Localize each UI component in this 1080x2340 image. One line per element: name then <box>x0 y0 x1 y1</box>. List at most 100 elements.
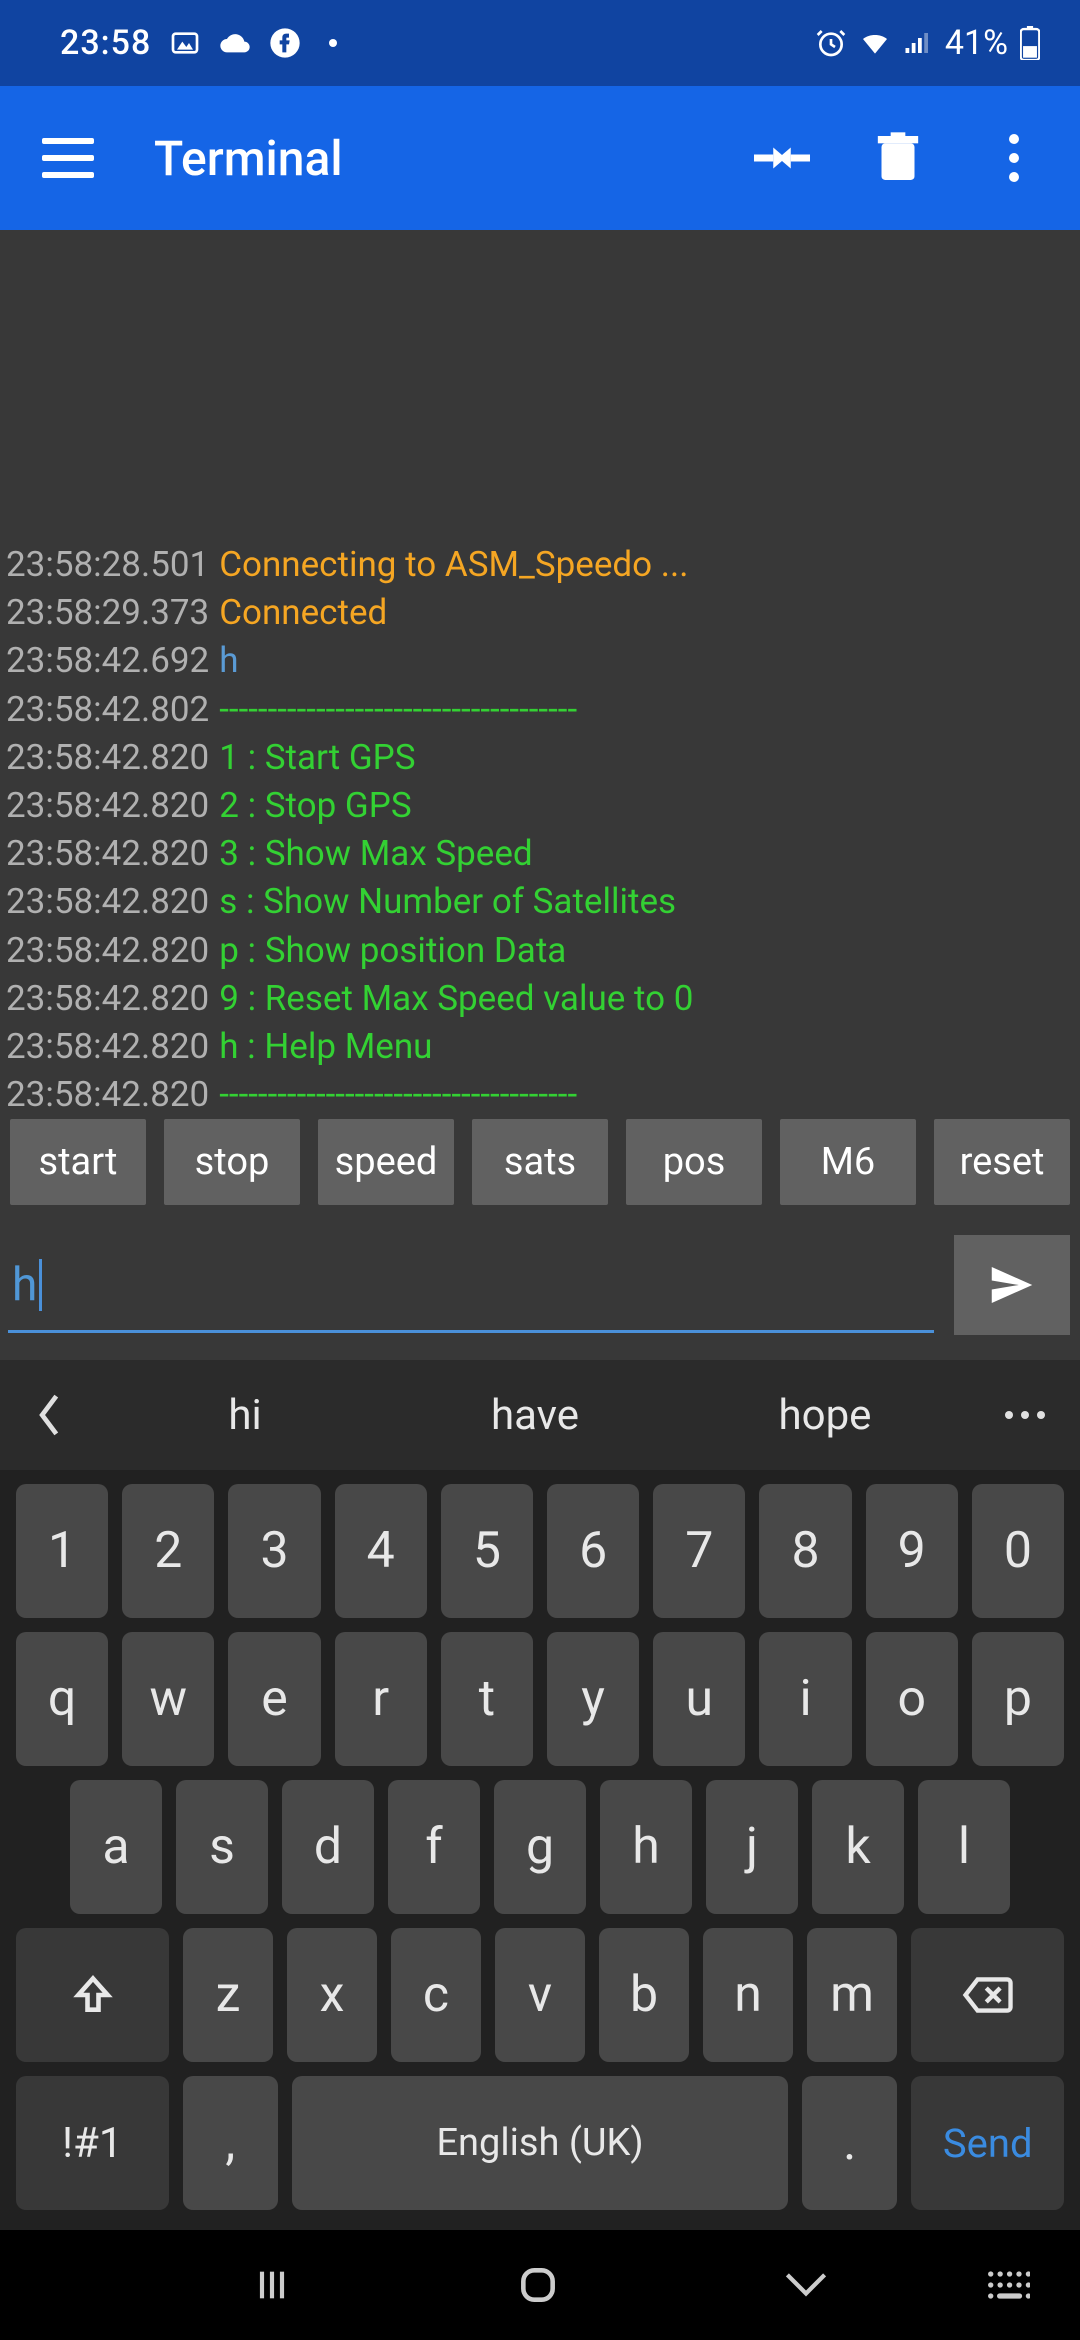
log-message: Connecting to ASM_Speedo ... <box>219 541 688 589</box>
input-value: h <box>12 1258 37 1312</box>
key-g[interactable]: g <box>494 1780 586 1914</box>
status-right: 41% <box>815 23 1040 63</box>
log-timestamp: 23:58:42.820 <box>6 782 209 830</box>
key-n[interactable]: n <box>703 1928 793 2062</box>
terminal-line: 23:58:42.692h <box>6 637 1074 685</box>
period-key[interactable]: . <box>802 2076 897 2210</box>
macro-button-sats[interactable]: sats <box>472 1119 608 1205</box>
key-e[interactable]: e <box>228 1632 320 1766</box>
key-b[interactable]: b <box>599 1928 689 2062</box>
key-r[interactable]: r <box>335 1632 427 1766</box>
suggestion-back-icon[interactable] <box>0 1393 100 1437</box>
key-5[interactable]: 5 <box>441 1484 533 1618</box>
nav-recents-icon[interactable] <box>252 2265 292 2305</box>
log-timestamp: 23:58:29.373 <box>6 589 209 637</box>
key-s[interactable]: s <box>176 1780 268 1914</box>
log-message: h <box>219 637 238 685</box>
facebook-icon <box>269 27 301 59</box>
log-timestamp: 23:58:42.820 <box>6 975 209 1023</box>
key-z[interactable]: z <box>183 1928 273 2062</box>
macro-button-pos[interactable]: pos <box>626 1119 762 1205</box>
overflow-icon[interactable] <box>986 130 1042 186</box>
log-timestamp: 23:58:42.820 <box>6 830 209 878</box>
key-t[interactable]: t <box>441 1632 533 1766</box>
macro-button-reset[interactable]: reset <box>934 1119 1070 1205</box>
key-6[interactable]: 6 <box>547 1484 639 1618</box>
key-0[interactable]: 0 <box>972 1484 1064 1618</box>
key-l[interactable]: l <box>918 1780 1010 1914</box>
key-f[interactable]: f <box>388 1780 480 1914</box>
key-y[interactable]: y <box>547 1632 639 1766</box>
key-q[interactable]: q <box>16 1632 108 1766</box>
log-message: h : Help Menu <box>219 1023 432 1071</box>
log-timestamp: 23:58:42.802 <box>6 686 209 734</box>
log-timestamp: 23:58:42.820 <box>6 734 209 782</box>
macro-button-speed[interactable]: speed <box>318 1119 454 1205</box>
terminal-output[interactable]: 23:58:28.501Connecting to ASM_Speedo ...… <box>6 541 1074 1119</box>
space-key[interactable]: English (UK) <box>292 2076 788 2210</box>
status-time: 23:58 <box>60 23 151 63</box>
log-message: ------------------------------------- <box>219 686 577 734</box>
macro-button-start[interactable]: start <box>10 1119 146 1205</box>
terminal-line: 23:58:42.802----------------------------… <box>6 686 1074 734</box>
key-w[interactable]: w <box>122 1632 214 1766</box>
log-message: p : Show position Data <box>219 927 566 975</box>
terminal-line: 23:58:42.820p : Show position Data <box>6 927 1074 975</box>
macro-button-m6[interactable]: M6 <box>780 1119 916 1205</box>
macro-button-stop[interactable]: stop <box>164 1119 300 1205</box>
terminal-line: 23:58:42.820s : Show Number of Satellite… <box>6 878 1074 926</box>
key-x[interactable]: x <box>287 1928 377 2062</box>
key-d[interactable]: d <box>282 1780 374 1914</box>
send-button[interactable] <box>954 1235 1070 1335</box>
suggestion-1[interactable]: hi <box>100 1391 390 1440</box>
log-timestamp: 23:58:42.820 <box>6 1071 209 1119</box>
battery-text: 41% <box>945 23 1008 63</box>
key-o[interactable]: o <box>866 1632 958 1766</box>
status-bar: 23:58 41% <box>0 0 1080 86</box>
key-c[interactable]: c <box>391 1928 481 2062</box>
shift-key[interactable] <box>16 1928 169 2062</box>
app-bar: Terminal <box>0 86 1080 230</box>
key-j[interactable]: j <box>706 1780 798 1914</box>
key-a[interactable]: a <box>70 1780 162 1914</box>
comma-key[interactable]: , <box>183 2076 278 2210</box>
key-3[interactable]: 3 <box>228 1484 320 1618</box>
suggestion-3[interactable]: hope <box>680 1391 970 1440</box>
key-2[interactable]: 2 <box>122 1484 214 1618</box>
command-input[interactable]: h <box>8 1238 934 1333</box>
key-8[interactable]: 8 <box>759 1484 851 1618</box>
suggestion-2[interactable]: have <box>390 1391 680 1440</box>
app-title: Terminal <box>154 130 754 187</box>
keyboard-send-key[interactable]: Send <box>911 2076 1064 2210</box>
nav-keyboard-icon[interactable] <box>986 2269 1030 2301</box>
key-v[interactable]: v <box>495 1928 585 2062</box>
menu-icon[interactable] <box>42 138 94 178</box>
key-9[interactable]: 9 <box>866 1484 958 1618</box>
terminal-line: 23:58:28.501Connecting to ASM_Speedo ... <box>6 541 1074 589</box>
log-timestamp: 23:58:42.820 <box>6 927 209 975</box>
terminal-line: 23:58:42.820h : Help Menu <box>6 1023 1074 1071</box>
wifi-icon <box>859 27 891 59</box>
key-7[interactable]: 7 <box>653 1484 745 1618</box>
key-1[interactable]: 1 <box>16 1484 108 1618</box>
backspace-key[interactable] <box>911 1928 1064 2062</box>
connect-icon[interactable] <box>754 130 810 186</box>
key-p[interactable]: p <box>972 1632 1064 1766</box>
app-actions <box>754 130 1052 186</box>
nav-back-icon[interactable] <box>784 2270 828 2300</box>
key-i[interactable]: i <box>759 1632 851 1766</box>
symbols-key[interactable]: !#1 <box>16 2076 169 2210</box>
suggestion-bar: hi have hope <box>0 1360 1080 1470</box>
key-u[interactable]: u <box>653 1632 745 1766</box>
nav-home-icon[interactable] <box>516 2263 560 2307</box>
suggestion-more-icon[interactable] <box>970 1411 1080 1419</box>
log-message: 2 : Stop GPS <box>219 782 411 830</box>
key-4[interactable]: 4 <box>335 1484 427 1618</box>
terminal-line: 23:58:42.8209 : Reset Max Speed value to… <box>6 975 1074 1023</box>
keyboard: 1234567890 qwertyuiop asdfghjkl zxcvbnm … <box>0 1470 1080 2340</box>
key-h[interactable]: h <box>600 1780 692 1914</box>
key-m[interactable]: m <box>807 1928 897 2062</box>
image-icon <box>169 27 201 59</box>
trash-icon[interactable] <box>870 130 926 186</box>
key-k[interactable]: k <box>812 1780 904 1914</box>
